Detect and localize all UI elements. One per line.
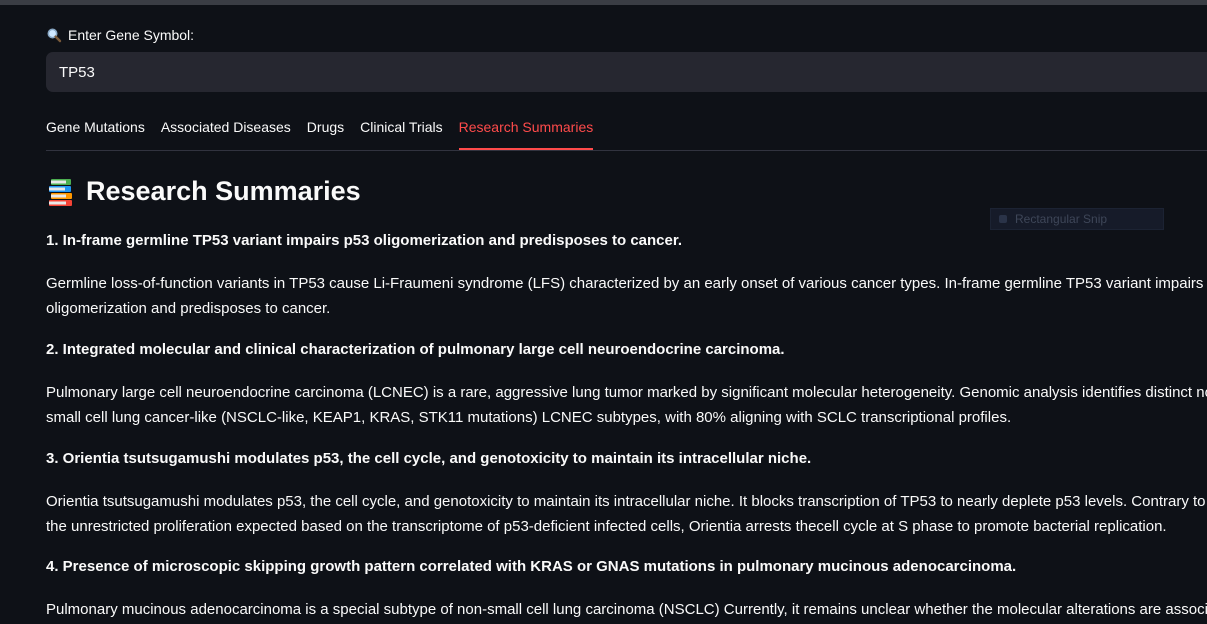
article-title: 1. In-frame germline TP53 variant impair… [46,232,683,249]
article-title: 3. Orientia tsutsugamushi modulates p53,… [46,450,812,467]
snip-label: Rectangular Snip [1015,212,1108,226]
article-summary: Pulmonary large cell neuroendocrine carc… [46,384,1207,426]
tab-clinical-trials[interactable]: Clinical Trials [360,112,442,149]
tab-research-summaries[interactable]: Research Summaries [458,112,593,150]
tab-bar: Gene Mutations Associated Diseases Drugs… [46,112,1207,151]
snip-icon [999,215,1007,223]
article-2: 2. Integrated molecular and clinical cha… [46,340,1207,430]
tab-gene-mutations[interactable]: Gene Mutations [46,112,145,149]
gene-symbol-label-text: Enter Gene Symbol: [68,27,195,43]
article-summary: Germline loss-of-function variants in TP… [46,275,1204,317]
gene-symbol-input-value: TP53 [59,63,95,81]
rectangular-snip-overlay[interactable]: Rectangular Snip [990,208,1164,230]
gene-symbol-label: Enter Gene Symbol: [46,27,194,43]
tab-drugs[interactable]: Drugs [307,112,344,149]
article-4: 4. Presence of microscopic skipping grow… [46,557,1207,622]
section-title: Research Summaries [86,176,361,206]
article-1: 1. In-frame germline TP53 variant impair… [46,231,1207,321]
article-title: 4. Presence of microscopic skipping grow… [46,558,1017,575]
section-heading: Research Summaries [46,176,361,207]
article-3: 3. Orientia tsutsugamushi modulates p53,… [46,449,1207,539]
main-content: Enter Gene Symbol: TP53 Gene Mutations A… [46,0,1207,624]
books-icon [49,178,72,206]
magnifier-icon [47,28,62,43]
article-title: 2. Integrated molecular and clinical cha… [46,341,785,358]
article-summary: Orientia tsutsugamushi modulates p53, th… [46,493,1206,535]
tab-associated-diseases[interactable]: Associated Diseases [161,112,291,149]
gene-symbol-input[interactable]: TP53 [46,52,1207,92]
article-summary: Pulmonary mucinous adenocarcinoma is a s… [46,601,1207,618]
